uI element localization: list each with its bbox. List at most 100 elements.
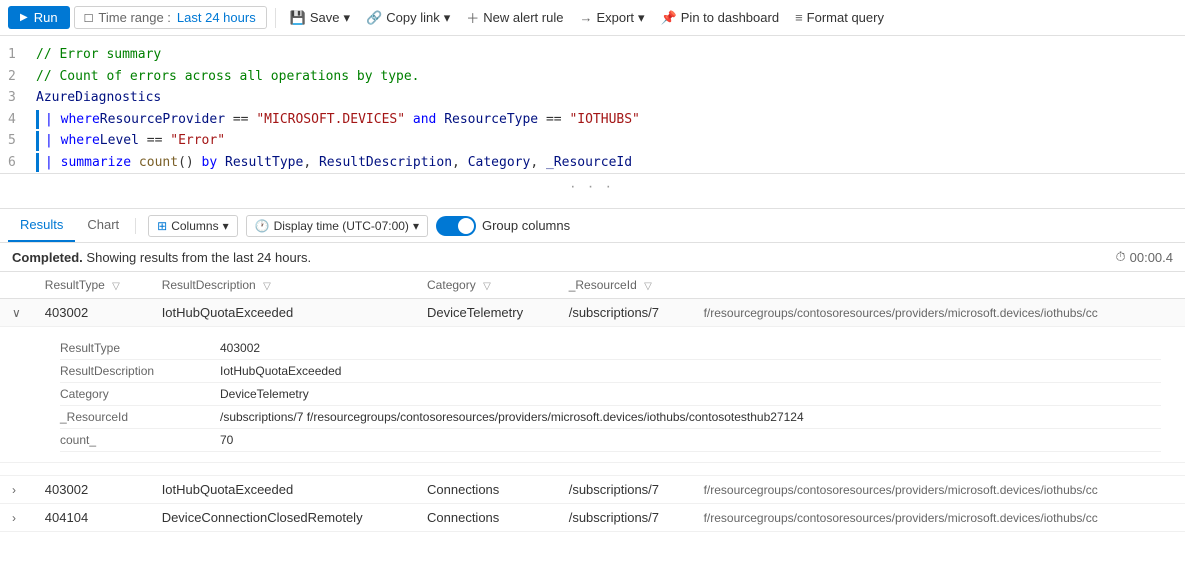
status-elapsed: ⏱ 00:00.4 [1115,249,1173,265]
display-time-label: Display time (UTC-07:00) [274,219,409,233]
save-label: Save [310,10,340,25]
query-code-5: Level == "Error" [100,131,225,151]
drag-handle[interactable]: · · · [0,173,1185,200]
display-time-button[interactable]: 🕐 Display time (UTC-07:00) ▾ [246,215,428,237]
line-num-4: 4 [8,110,28,130]
table-body: ∨ 403002 IotHubQuotaExceeded DeviceTelem… [0,299,1185,532]
filter-icon-resultdescription[interactable]: ▽ [263,281,271,292]
query-line-6: 6 | summarize count() by ResultType, Res… [0,152,1185,174]
status-message: Completed. Showing results from the last… [12,250,311,265]
th-resulttype: ResultType ▽ [33,272,150,299]
export-button[interactable]: → Export ▾ [573,6,650,30]
play-icon: ▶ [20,12,28,23]
query-entity: AzureDiagnostics [36,88,161,108]
row2-expand-button[interactable]: › [12,483,16,497]
query-bar-4 [36,110,39,130]
detail-resultdescription: ResultDescription IotHubQuotaExceeded [60,360,1161,383]
filter-icon-resourceid[interactable]: ▽ [644,281,652,292]
tab-divider [135,218,136,234]
detail-val-category: DeviceTelemetry [220,387,309,401]
row2-resourceid: /subscriptions/7 [557,476,692,504]
copy-link-button[interactable]: 🔗 Copy link ▾ [360,6,456,30]
row3-category: Connections [415,504,557,532]
detail-val-resourceid: /subscriptions/7 f/resourcegroups/contos… [220,410,804,424]
row1-expanded-details-cell: ResultType 403002 ResultDescription IotH… [0,327,1185,463]
copy-link-label: Copy link [386,10,439,25]
columns-icon: ⊞ [157,219,167,233]
filter-icon-resulttype[interactable]: ▽ [112,281,120,292]
save-chevron-icon: ▾ [344,10,351,26]
pin-icon: 📌 [661,10,677,26]
query-line-1: 1 // Error summary [0,44,1185,66]
line-num-2: 2 [8,67,28,87]
query-code-6: | summarize count() by ResultType, Resul… [45,153,632,173]
toolbar-divider-1 [275,8,276,28]
export-chevron-icon: ▾ [638,10,645,26]
table-row-spacer [0,463,1185,476]
th-resourceid: _ResourceId ▽ [557,272,692,299]
table-row: › 403002 IotHubQuotaExceeded Connections… [0,476,1185,504]
row2-expand-cell: › [0,476,33,504]
detail-resourceid: _ResourceId /subscriptions/7 f/resourceg… [60,406,1161,429]
detail-resulttype: ResultType 403002 [60,337,1161,360]
row3-expand-button[interactable]: › [12,511,16,525]
row1-collapse-button[interactable]: ∨ [12,306,21,320]
tab-results-label: Results [20,217,63,232]
line-num-5: 5 [8,131,28,151]
toggle-thumb [458,218,474,234]
save-icon: 💾 [290,10,306,26]
format-query-button[interactable]: ≡ Format query [789,6,890,29]
columns-button[interactable]: ⊞ Columns ▾ [148,215,237,237]
new-alert-button[interactable]: ＋ New alert rule [460,4,569,31]
export-label: Export [596,10,634,25]
time-range-button[interactable]: □ Time range : Last 24 hours [74,6,267,29]
run-label: Run [34,10,58,25]
tab-results[interactable]: Results [8,209,75,242]
line-num-6: 6 [8,153,28,173]
query-bar-6 [36,153,39,173]
plus-icon: ＋ [466,8,479,27]
row1-expand-cell: ∨ [0,299,33,327]
run-button[interactable]: ▶ Run [8,6,70,29]
calendar-icon: □ [85,10,93,25]
group-columns-label: Group columns [482,218,570,233]
filter-icon-category[interactable]: ▽ [483,281,491,292]
row1-resultdescription: IotHubQuotaExceeded [150,299,415,327]
detail-key-resourceid: _ResourceId [60,410,220,424]
th-category: Category ▽ [415,272,557,299]
query-kw-where-5: | where [45,131,100,151]
line-num-3: 3 [8,88,28,108]
query-line-5: 5 | where Level == "Error" [0,130,1185,152]
query-comment-1: // Error summary [36,45,161,65]
elapsed-value: 00:00.4 [1130,250,1173,265]
export-icon: → [579,10,592,25]
detail-val-count: 70 [220,433,233,447]
table-row: ∨ 403002 IotHubQuotaExceeded DeviceTelem… [0,299,1185,327]
time-range-value: Last 24 hours [177,10,256,25]
row3-resourceid: /subscriptions/7 [557,504,692,532]
query-comment-2: // Count of errors across all operations… [36,67,420,87]
new-alert-label: New alert rule [483,10,563,25]
detail-key-count: count_ [60,433,220,447]
query-editor: 1 // Error summary 2 // Count of errors … [0,36,1185,209]
query-bar-5 [36,131,39,151]
format-icon: ≡ [795,10,803,25]
group-columns-toggle[interactable] [436,216,476,236]
status-completed-label: Completed. [12,250,83,265]
tab-chart[interactable]: Chart [75,209,131,242]
pin-dashboard-button[interactable]: 📌 Pin to dashboard [655,6,785,30]
results-tabs: Results Chart ⊞ Columns ▾ 🕐 Display time… [0,209,1185,243]
detail-key-resulttype: ResultType [60,341,220,355]
query-line-2: 2 // Count of errors across all operatio… [0,66,1185,88]
save-button[interactable]: 💾 Save ▾ [284,6,356,30]
th-expand [0,272,33,299]
detail-count: count_ 70 [60,429,1161,452]
status-bar: Completed. Showing results from the last… [0,243,1185,272]
columns-label: Columns [171,219,218,233]
row2-resultdescription: IotHubQuotaExceeded [150,476,415,504]
row3-resulttype: 404104 [33,504,150,532]
query-line-3: 3 AzureDiagnostics [0,87,1185,109]
table-header: ResultType ▽ ResultDescription ▽ Categor… [0,272,1185,299]
detail-category: Category DeviceTelemetry [60,383,1161,406]
query-line-4: 4 | where ResourceProvider == "MICROSOFT… [0,109,1185,131]
